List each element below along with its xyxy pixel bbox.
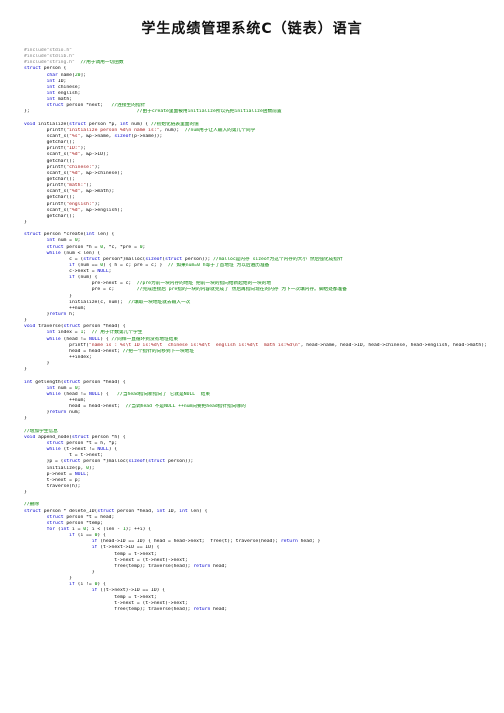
code-line: free(temp); traverse(head); return head; (24, 606, 228, 612)
page-title: 学生成绩管理系统C（链表）语言 (141, 21, 363, 37)
code-line: printf("name is : %s\t ID is:%d\t chines… (24, 342, 487, 348)
code-listing: #include"stdio.h" #include"stdlib.h" #incl… (24, 48, 494, 613)
